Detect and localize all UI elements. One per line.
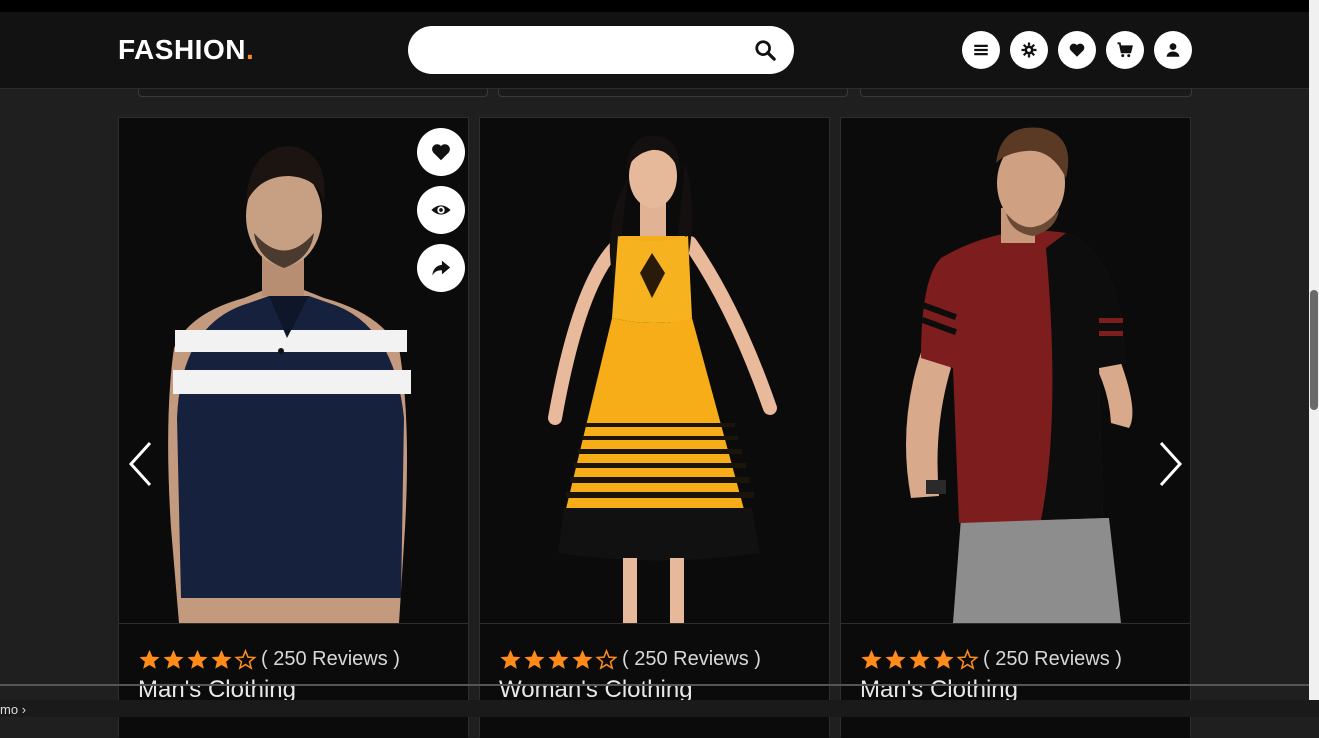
share-button[interactable] [417,244,465,292]
star-icon [861,649,882,669]
star-icon [524,649,545,669]
cart-button[interactable] [1106,31,1144,69]
card-actions [417,128,465,292]
user-icon [1166,43,1180,57]
star-icon [187,649,208,669]
share-icon [432,260,451,276]
previous-row-card-edge [498,89,848,97]
star-icon [163,649,184,669]
carousel-next-arrow-icon[interactable] [1155,440,1185,488]
gear-icon [1021,42,1037,58]
rating: ( 250 Reviews ) [499,648,761,671]
star-icon [139,649,160,669]
star-icon [500,649,521,669]
star-icon [211,649,232,669]
product-image-man-polo[interactable] [119,118,468,623]
previous-row-card-edge [860,89,1192,97]
carousel-prev-arrow-icon[interactable] [126,440,156,488]
heart-icon [432,144,450,161]
star-icon [909,649,930,669]
product-card[interactable]: ( 250 Reviews ) Woman's Clothing [479,117,830,738]
star-icon [572,649,593,669]
logo-dot: . [245,34,255,65]
logo[interactable]: FASHION. [118,34,254,66]
star-icon [885,649,906,669]
top-bar [0,0,1309,12]
bottom-label: mo › [0,702,26,717]
review-count: ( 250 Reviews ) [983,648,1122,670]
star-outline-icon [234,648,257,670]
eye-icon [431,205,451,215]
add-to-wishlist-button[interactable] [417,128,465,176]
quick-view-button[interactable] [417,186,465,234]
product-image-man-tshirt[interactable] [841,118,1190,623]
search-icon[interactable] [754,39,776,61]
product-info: ( 250 Reviews ) Man's Clothing [119,623,468,738]
search-bar[interactable] [408,26,794,74]
rating: ( 250 Reviews ) [860,648,1122,671]
logo-text: FASHION [118,34,246,65]
star-outline-icon [595,648,618,670]
star-outline-icon [956,648,979,670]
account-button[interactable] [1154,31,1192,69]
menu-icon [974,44,988,56]
menu-button[interactable] [962,31,1000,69]
site-header: FASHION. [0,12,1309,89]
chevron-right-icon: › [21,702,27,717]
cart-icon [1117,42,1133,58]
star-icon [933,649,954,669]
bottom-label-text: mo [0,702,19,717]
video-progress-track[interactable] [0,684,1309,686]
product-card[interactable]: ( 250 Reviews ) Man's Clothing [840,117,1191,738]
settings-button[interactable] [1010,31,1048,69]
product-image-woman-dress[interactable] [480,118,829,623]
heart-icon [1069,43,1085,57]
star-icon [548,649,569,669]
product-info: ( 250 Reviews ) Woman's Clothing [480,623,829,738]
product-info: ( 250 Reviews ) Man's Clothing [841,623,1190,738]
rating: ( 250 Reviews ) [138,648,400,671]
wishlist-button[interactable] [1058,31,1096,69]
previous-row-card-edge [138,89,488,97]
review-count: ( 250 Reviews ) [622,648,761,670]
scrollbar-thumb[interactable] [1310,290,1318,410]
bottom-bar [0,700,1319,717]
review-count: ( 250 Reviews ) [261,648,400,670]
header-icons [962,31,1192,69]
